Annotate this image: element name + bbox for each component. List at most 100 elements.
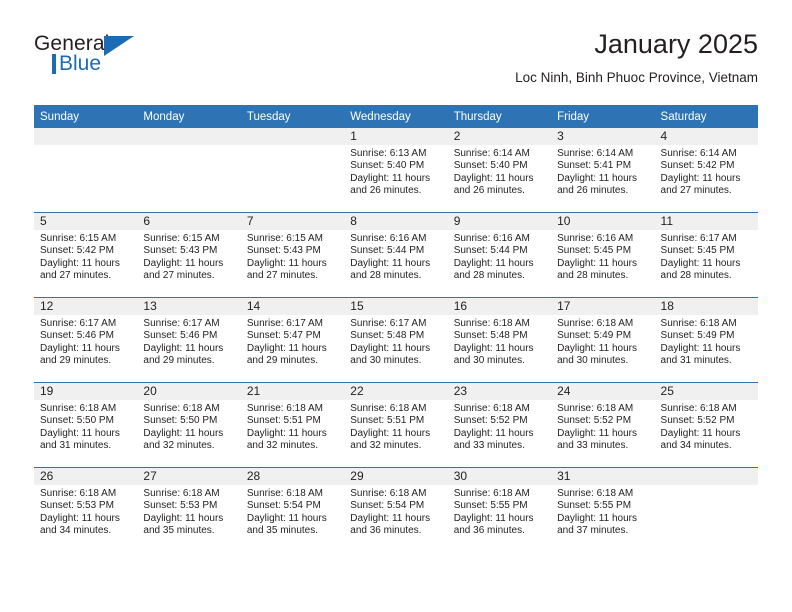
day-number: 23	[447, 383, 552, 400]
calendar-day-cell[interactable]: 13 Sunrise: 6:17 AM Sunset: 5:46 PM Dayligh…	[137, 297, 241, 383]
calendar-day-cell[interactable]: 8 Sunrise: 6:16 AM Sunset: 5:44 PM Daylight…	[344, 212, 448, 298]
daylight-duration-line1: Daylight: 11 hours	[660, 257, 741, 269]
calendar-day-cell[interactable]: 29 Sunrise: 6:18 AM Sunset: 5:54 PM Dayligh…	[344, 467, 448, 552]
calendar-day-cell[interactable]: 14 Sunrise: 6:17 AM Sunset: 5:47 PM Dayligh…	[240, 297, 345, 383]
calendar-day-cell[interactable]: 16 Sunrise: 6:18 AM Sunset: 5:48 PM Dayligh…	[447, 297, 552, 383]
daylight-duration-line1: Daylight: 11 hours	[660, 172, 741, 184]
day-cell-content: 19 Sunrise: 6:18 AM Sunset: 5:50 PM Dayligh…	[34, 383, 138, 467]
day-cell-content: 12 Sunrise: 6:17 AM Sunset: 5:46 PM Dayligh…	[34, 298, 138, 382]
day-details: Sunrise: 6:18 AM Sunset: 5:54 PM Daylight:…	[241, 485, 344, 537]
sunset-time: Sunset: 5:45 PM	[660, 245, 735, 257]
calendar-day-cell[interactable]: 27 Sunrise: 6:18 AM Sunset: 5:53 PM Dayligh…	[137, 467, 241, 552]
daylight-duration-line1: Daylight: 11 hours	[350, 172, 431, 184]
general-blue-logo[interactable]: General Blue	[34, 32, 154, 80]
day-number: 21	[240, 383, 345, 400]
day-number: 27	[137, 468, 241, 485]
sunset-time: Sunset: 5:49 PM	[660, 330, 735, 342]
calendar-day-cell[interactable]: 20 Sunrise: 6:18 AM Sunset: 5:50 PM Dayligh…	[137, 382, 241, 468]
calendar-day-cell[interactable]: 24 Sunrise: 6:18 AM Sunset: 5:52 PM Dayligh…	[551, 382, 655, 468]
daylight-duration-line1: Daylight: 11 hours	[453, 427, 534, 439]
calendar-day-cell[interactable]: 7 Sunrise: 6:15 AM Sunset: 5:43 PM Daylight…	[240, 212, 345, 298]
calendar-day-cell[interactable]: 31 Sunrise: 6:18 AM Sunset: 5:55 PM Dayligh…	[551, 467, 655, 552]
calendar-day-cell[interactable]: 17 Sunrise: 6:18 AM Sunset: 5:49 PM Dayligh…	[551, 297, 655, 383]
weekday-header-monday: Monday	[137, 105, 241, 128]
day-details: Sunrise: 6:14 AM Sunset: 5:40 PM Daylight:…	[448, 145, 551, 197]
calendar-day-cell[interactable]: 25 Sunrise: 6:18 AM Sunset: 5:52 PM Dayligh…	[654, 382, 758, 468]
calendar-day-cell[interactable]: 4 Sunrise: 6:14 AM Sunset: 5:42 PM Daylight…	[654, 128, 758, 213]
day-details: Sunrise: 6:18 AM Sunset: 5:55 PM Daylight:…	[448, 485, 551, 537]
day-cell-content: 4 Sunrise: 6:14 AM Sunset: 5:42 PM Daylight…	[654, 128, 758, 212]
calendar-day-cell[interactable]: 22 Sunrise: 6:18 AM Sunset: 5:51 PM Dayligh…	[344, 382, 448, 468]
daylight-duration-line2: and 34 minutes.	[660, 439, 732, 451]
calendar-page: General Blue January 2025 Loc Ninh, Binh…	[0, 0, 792, 612]
day-cell-content: 2 Sunrise: 6:14 AM Sunset: 5:40 PM Daylight…	[447, 128, 552, 212]
calendar-day-cell[interactable]: 6 Sunrise: 6:15 AM Sunset: 5:43 PM Daylight…	[137, 212, 241, 298]
calendar-week-row: 12 Sunrise: 6:17 AM Sunset: 5:46 PM Dayligh…	[34, 297, 758, 383]
sunset-time: Sunset: 5:51 PM	[246, 415, 321, 427]
daylight-duration-line2: and 35 minutes.	[143, 524, 215, 536]
calendar-day-cell[interactable]: 12 Sunrise: 6:17 AM Sunset: 5:46 PM Dayligh…	[34, 297, 138, 383]
daylight-duration-line1: Daylight: 11 hours	[660, 342, 741, 354]
day-number	[240, 128, 345, 145]
daylight-duration-line2: and 26 minutes.	[557, 184, 629, 196]
calendar-day-cell[interactable]: 10 Sunrise: 6:16 AM Sunset: 5:45 PM Dayligh…	[551, 212, 655, 298]
weekday-header-friday: Friday	[551, 105, 655, 128]
calendar-header-row: Sunday Monday Tuesday Wednesday Thursday…	[34, 105, 758, 128]
title-block: January 2025 Loc Ninh, Binh Phuoc Provin…	[515, 28, 758, 87]
daylight-duration-line1: Daylight: 11 hours	[246, 342, 327, 354]
day-details: Sunrise: 6:17 AM Sunset: 5:45 PM Daylight:…	[655, 230, 758, 282]
sunrise-time: Sunrise: 6:15 AM	[40, 233, 117, 244]
calendar-day-cell[interactable]: 30 Sunrise: 6:18 AM Sunset: 5:55 PM Dayligh…	[447, 467, 552, 552]
sunrise-time: Sunrise: 6:18 AM	[557, 403, 634, 414]
day-cell-content: 30 Sunrise: 6:18 AM Sunset: 5:55 PM Dayligh…	[447, 468, 552, 552]
sunrise-time: Sunrise: 6:17 AM	[246, 318, 323, 329]
sunset-time: Sunset: 5:55 PM	[453, 500, 528, 512]
day-details: Sunrise: 6:17 AM Sunset: 5:48 PM Daylight:…	[344, 315, 447, 367]
sunset-time: Sunset: 5:44 PM	[453, 245, 528, 257]
calendar-day-cell[interactable]: 2 Sunrise: 6:14 AM Sunset: 5:40 PM Daylight…	[447, 128, 552, 213]
daylight-duration-line2: and 30 minutes.	[350, 354, 422, 366]
sunrise-time: Sunrise: 6:18 AM	[453, 318, 530, 329]
day-details: Sunrise: 6:17 AM Sunset: 5:46 PM Daylight:…	[137, 315, 240, 367]
day-cell-content: 24 Sunrise: 6:18 AM Sunset: 5:52 PM Dayligh…	[551, 383, 655, 467]
calendar-day-cell[interactable]: 1 Sunrise: 6:13 AM Sunset: 5:40 PM Daylight…	[344, 128, 448, 213]
day-cell-content: 27 Sunrise: 6:18 AM Sunset: 5:53 PM Dayligh…	[137, 468, 241, 552]
calendar-day-cell[interactable]: 15 Sunrise: 6:17 AM Sunset: 5:48 PM Dayligh…	[344, 297, 448, 383]
daylight-duration-line1: Daylight: 11 hours	[40, 257, 120, 269]
calendar-day-cell[interactable]: 3 Sunrise: 6:14 AM Sunset: 5:41 PM Daylight…	[551, 128, 655, 213]
daylight-duration-line2: and 32 minutes.	[246, 439, 319, 451]
calendar-day-cell[interactable]: 19 Sunrise: 6:18 AM Sunset: 5:50 PM Dayligh…	[34, 382, 138, 468]
day-cell-content: 16 Sunrise: 6:18 AM Sunset: 5:48 PM Dayligh…	[447, 298, 552, 382]
sunrise-time: Sunrise: 6:18 AM	[350, 488, 427, 499]
day-cell-content: 23 Sunrise: 6:18 AM Sunset: 5:52 PM Dayligh…	[447, 383, 552, 467]
daylight-duration-line1: Daylight: 11 hours	[557, 342, 637, 354]
daylight-duration-line2: and 28 minutes.	[557, 269, 629, 281]
day-details: Sunrise: 6:18 AM Sunset: 5:50 PM Daylight:…	[137, 400, 240, 452]
sunset-time: Sunset: 5:47 PM	[246, 330, 321, 342]
day-cell-content	[240, 128, 345, 212]
calendar-day-cell[interactable]: 28 Sunrise: 6:18 AM Sunset: 5:54 PM Dayligh…	[240, 467, 345, 552]
calendar-day-cell[interactable]: 26 Sunrise: 6:18 AM Sunset: 5:53 PM Dayligh…	[34, 467, 138, 552]
sunrise-time: Sunrise: 6:18 AM	[660, 318, 737, 329]
daylight-duration-line2: and 36 minutes.	[350, 524, 422, 536]
weekday-header-wednesday: Wednesday	[344, 105, 448, 128]
calendar-day-cell[interactable]: 23 Sunrise: 6:18 AM Sunset: 5:52 PM Dayligh…	[447, 382, 552, 468]
sunrise-time: Sunrise: 6:18 AM	[350, 403, 427, 414]
sunrise-time: Sunrise: 6:18 AM	[143, 488, 220, 499]
day-cell-content: 10 Sunrise: 6:16 AM Sunset: 5:45 PM Dayligh…	[551, 213, 655, 297]
weekday-header-sunday: Sunday	[34, 105, 138, 128]
calendar-week-row: 19 Sunrise: 6:18 AM Sunset: 5:50 PM Dayligh…	[34, 382, 758, 468]
calendar-cell-empty	[240, 128, 345, 213]
day-details: Sunrise: 6:18 AM Sunset: 5:52 PM Daylight:…	[551, 400, 654, 452]
weekday-header-saturday: Saturday	[654, 105, 758, 128]
calendar-day-cell[interactable]: 11 Sunrise: 6:17 AM Sunset: 5:45 PM Dayligh…	[654, 212, 758, 298]
calendar-day-cell[interactable]: 9 Sunrise: 6:16 AM Sunset: 5:44 PM Daylight…	[447, 212, 552, 298]
calendar-day-cell[interactable]: 5 Sunrise: 6:15 AM Sunset: 5:42 PM Daylight…	[34, 212, 138, 298]
calendar-day-cell[interactable]: 21 Sunrise: 6:18 AM Sunset: 5:51 PM Dayligh…	[240, 382, 345, 468]
daylight-duration-line1: Daylight: 11 hours	[350, 257, 431, 269]
sunset-time: Sunset: 5:54 PM	[350, 500, 425, 512]
calendar-day-cell[interactable]: 18 Sunrise: 6:18 AM Sunset: 5:49 PM Dayligh…	[654, 297, 758, 383]
day-details: Sunrise: 6:15 AM Sunset: 5:42 PM Daylight:…	[34, 230, 137, 282]
daylight-duration-line2: and 28 minutes.	[453, 269, 525, 281]
sunset-time: Sunset: 5:48 PM	[453, 330, 528, 342]
